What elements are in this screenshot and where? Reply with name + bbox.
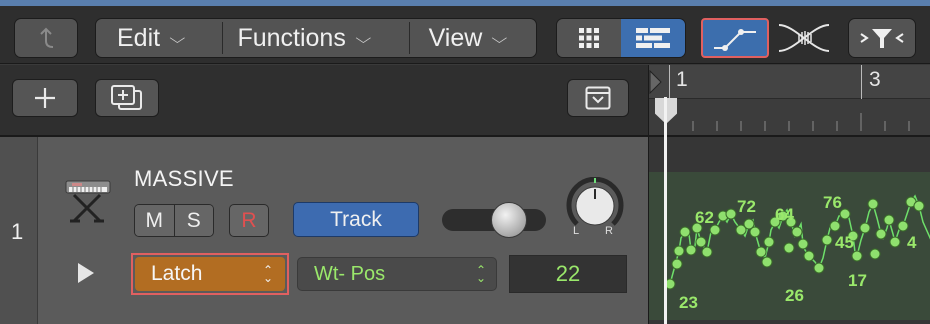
- automation-parameter-select[interactable]: Wt- Pos ⌃ ⌄: [297, 257, 497, 291]
- volume-slider-knob[interactable]: [490, 202, 527, 238]
- arrange-area[interactable]: 62 72 64 76 45 4 23 26 17: [648, 137, 930, 324]
- edit-menu-label: Edit: [117, 23, 161, 52]
- automation-mode-highlight: Latch ⌃ ⌄: [131, 253, 289, 295]
- playhead[interactable]: [664, 97, 667, 324]
- tracks-icon: [636, 28, 670, 48]
- main-toolbar: Edit ⌵ Functions ⌵ View ⌵: [0, 6, 930, 64]
- menu-group: Edit ⌵ Functions ⌵ View ⌵: [95, 18, 537, 58]
- add-track-button[interactable]: [12, 79, 78, 117]
- back-button[interactable]: [14, 18, 78, 58]
- flex-button[interactable]: [772, 18, 836, 58]
- catch-button[interactable]: [848, 18, 916, 58]
- functions-menu[interactable]: Functions ⌵: [223, 19, 408, 57]
- record-enable-button[interactable]: R: [229, 204, 269, 237]
- automation-mode-label: Latch: [151, 262, 203, 285]
- ruler-ticks: [692, 113, 910, 131]
- automation-value-label: 26: [785, 286, 804, 305]
- automation-button[interactable]: [701, 18, 769, 58]
- up-down-chevron-icon: ⌃ ⌄: [475, 263, 486, 285]
- automation-curve-icon: [714, 29, 756, 51]
- automation-value-field[interactable]: 22: [509, 255, 627, 293]
- automation-curve: 62 72 64 76 45 4 23 26 17: [664, 193, 930, 312]
- automation-value-label: 4: [907, 233, 917, 252]
- automation-value-label: 17: [848, 271, 867, 290]
- pan-left-label: L: [573, 225, 580, 237]
- automation-value-label: 64: [775, 205, 794, 224]
- chevron-down-icon: ⌵: [169, 29, 186, 46]
- keyboard-instrument-icon: [65, 180, 111, 223]
- track-number: 1: [11, 219, 24, 244]
- chevron-down-icon: ⌵: [355, 29, 372, 46]
- timeline-ruler[interactable]: 1 3: [648, 65, 930, 137]
- bar-line: [669, 65, 670, 99]
- functions-menu-label: Functions: [237, 23, 346, 52]
- mute-solo-group: M S: [134, 204, 214, 237]
- grid-view-button[interactable]: [557, 19, 621, 57]
- flex-waveform-icon: [778, 24, 830, 52]
- view-menu-label: View: [428, 23, 483, 52]
- duplicate-track-button[interactable]: [95, 79, 159, 117]
- bar-number: 3: [869, 68, 881, 91]
- tracks-view-button[interactable]: [621, 19, 685, 57]
- chevron-down-icon: ⌵: [491, 29, 508, 46]
- solo-button[interactable]: S: [173, 205, 213, 236]
- view-menu[interactable]: View ⌵: [410, 19, 536, 57]
- automation-value-label: 76: [823, 193, 842, 212]
- disclosure-triangle-icon[interactable]: [78, 263, 94, 283]
- duplicate-icon: [111, 85, 142, 110]
- automation-parameter-label: Wt- Pos: [314, 262, 386, 285]
- pan-right-label: R: [605, 225, 613, 237]
- plus-icon: [35, 88, 55, 108]
- mute-button[interactable]: M: [135, 205, 174, 236]
- catch-filter-icon: [860, 29, 904, 48]
- edit-menu[interactable]: Edit ⌵: [96, 19, 222, 57]
- up-down-chevron-icon: ⌃ ⌄: [262, 263, 273, 285]
- view-mode-toggle: [556, 18, 686, 58]
- track-header-toolbar: [0, 65, 648, 137]
- bar-line: [861, 65, 862, 99]
- automation-value-label: 72: [737, 197, 756, 216]
- track-number-column: 1: [0, 137, 38, 324]
- collapse-chevron-icon: [585, 86, 611, 110]
- track-name[interactable]: MASSIVE: [134, 166, 234, 192]
- track-button[interactable]: Track: [293, 202, 419, 237]
- global-tracks-button[interactable]: [567, 79, 629, 117]
- automation-mode-select[interactable]: Latch ⌃ ⌄: [135, 257, 285, 291]
- back-arrow-icon: [40, 27, 54, 48]
- bar-number: 1: [676, 68, 688, 91]
- ruler-start-marker-icon: [649, 70, 662, 94]
- automation-value-label: 45: [835, 233, 854, 252]
- ruler-bar-numbers: 1 3: [649, 65, 930, 99]
- track-header[interactable]: 1 MASSIVE M S R Track L R Latch ⌃ ⌄ Wt- …: [0, 137, 648, 324]
- grid-icon: [579, 28, 599, 48]
- automation-value-label: 23: [679, 293, 698, 312]
- automation-region[interactable]: 62 72 64 76 45 4 23 26 17: [649, 172, 930, 320]
- automation-value-label: 62: [695, 208, 714, 227]
